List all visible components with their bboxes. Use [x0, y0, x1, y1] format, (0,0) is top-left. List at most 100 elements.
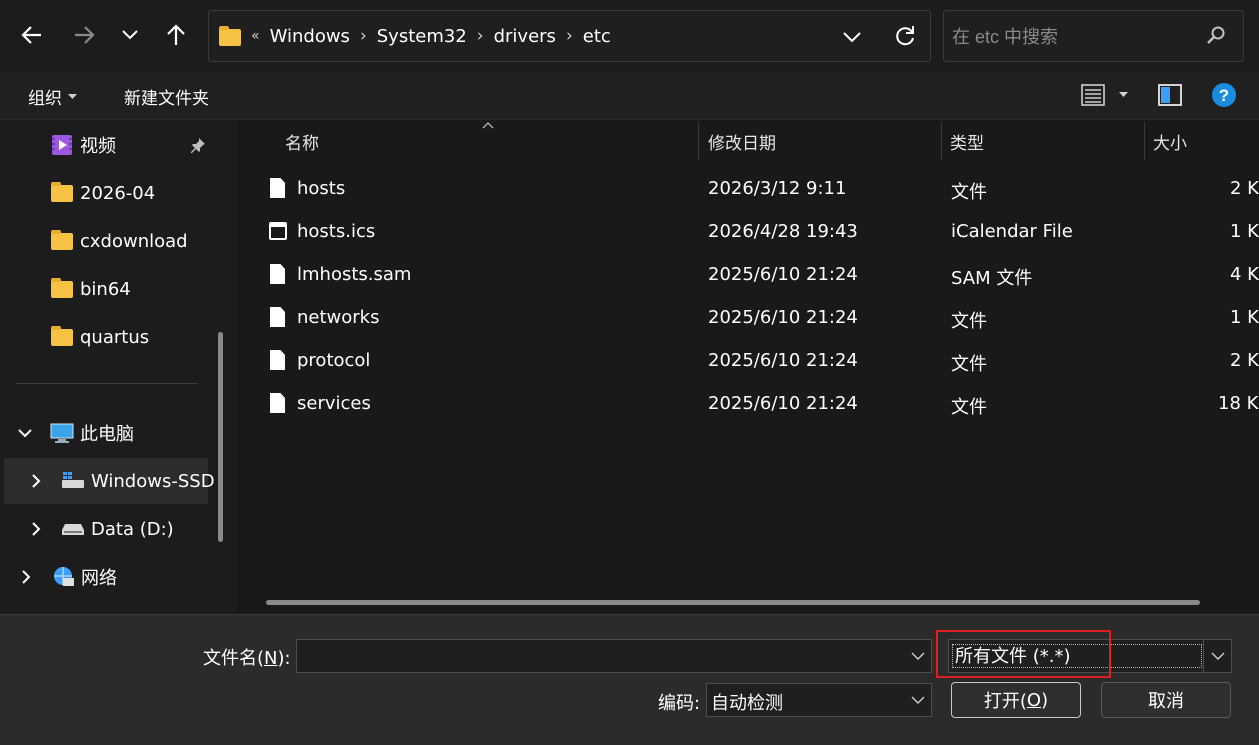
navigation-pane: 视频 2026-04 cxdownload bin64 quartus 此电脑 … [0, 120, 237, 614]
file-modified: 2026/4/28 19:43 [708, 221, 858, 242]
crumb-drivers[interactable]: drivers [494, 26, 556, 47]
column-header-type[interactable]: 类型 [950, 120, 984, 162]
sidebar-item-quartus[interactable]: quartus [50, 315, 149, 359]
folder-icon [51, 181, 73, 202]
crumb-separator[interactable]: › [477, 26, 484, 46]
sidebar-scrollbar[interactable] [218, 332, 223, 542]
crumb-etc[interactable]: etc [583, 26, 611, 47]
address-history-dropdown[interactable] [843, 24, 861, 55]
navigation-bar: « Windows › System32 › drivers › etc [0, 0, 1259, 72]
file-modified: 2026/3/12 9:11 [708, 178, 847, 199]
up-button[interactable] [156, 14, 196, 56]
column-header-size[interactable]: 大小 [1153, 120, 1187, 162]
open-label: 打开( [983, 691, 1027, 712]
search-box[interactable] [943, 10, 1244, 62]
filename-label-accesskey: N [264, 648, 278, 669]
chevron-down-icon [843, 32, 861, 43]
chevron-down-icon [1211, 652, 1225, 660]
caret-down-icon [1119, 92, 1128, 97]
file-name: networks [297, 307, 380, 328]
folder-icon [219, 26, 241, 46]
sidebar-item-data-d[interactable]: Data (D:) [32, 507, 174, 551]
back-button[interactable] [12, 14, 52, 56]
svg-text:?: ? [1219, 86, 1229, 105]
chevron-down-icon [18, 428, 32, 437]
column-header-name[interactable]: 名称 [285, 120, 319, 162]
refresh-button[interactable] [893, 23, 917, 54]
sidebar-item-windows-ssd[interactable]: Windows-SSD [32, 459, 215, 503]
new-folder-button[interactable]: 新建文件夹 [124, 84, 209, 109]
arrow-left-icon [21, 26, 41, 44]
table-row[interactable]: protocol 2025/6/10 21:24 文件 2 K [237, 340, 1259, 383]
search-icon[interactable] [1206, 25, 1226, 50]
video-folder-icon [50, 134, 74, 156]
overflow-crumb[interactable]: « [251, 28, 260, 44]
search-input[interactable] [952, 23, 1202, 51]
file-type: 文件 [951, 311, 987, 332]
cancel-button[interactable]: 取消 [1101, 682, 1231, 718]
crumb-separator[interactable]: › [566, 26, 573, 46]
sidebar-divider [16, 383, 198, 384]
preview-pane-button[interactable] [1158, 83, 1182, 107]
organize-menu[interactable]: 组织 [28, 84, 77, 109]
recent-locations-button[interactable] [110, 14, 150, 56]
dialog-footer: 文件名(N): 所有文件 (*.*) 编码: 自动检测 打开(O) 取消 [0, 614, 1259, 745]
crumb-windows[interactable]: Windows [270, 26, 350, 47]
table-row[interactable]: lmhosts.sam 2025/6/10 21:24 SAM 文件 4 K [237, 254, 1259, 297]
filename-label-text: 文件名( [203, 648, 265, 669]
filename-dropdown[interactable] [911, 648, 925, 669]
annotation-highlight-box [936, 630, 1111, 678]
refresh-icon [896, 26, 914, 46]
file-icon [270, 350, 285, 370]
chevron-down-icon [911, 696, 925, 704]
file-icon [270, 393, 285, 413]
column-divider[interactable] [941, 122, 942, 160]
sidebar-item-cxdownload[interactable]: cxdownload [50, 219, 188, 263]
open-label-end: ) [1041, 689, 1049, 711]
open-button[interactable]: 打开(O) [951, 682, 1081, 718]
sidebar-item-videos[interactable]: 视频 [50, 123, 206, 167]
sidebar-item-2026-04[interactable]: 2026-04 [50, 171, 155, 215]
column-divider[interactable] [698, 122, 699, 160]
chevron-right-icon [32, 522, 41, 536]
chevron-right-icon [22, 570, 31, 584]
sidebar-item-this-pc[interactable]: 此电脑 [18, 411, 134, 455]
file-type-dropdown[interactable] [1211, 648, 1225, 669]
crumb-system32[interactable]: System32 [377, 26, 467, 47]
table-row[interactable]: hosts.ics 2026/4/28 19:43 iCalendar File… [237, 211, 1259, 254]
filename-label: 文件名(N): [203, 644, 291, 670]
address-bar[interactable]: « Windows › System32 › drivers › etc [208, 10, 931, 62]
sidebar-item-label: Data (D:) [91, 518, 174, 540]
encoding-select[interactable]: 自动检测 [706, 683, 932, 717]
file-list-scrollbar[interactable] [266, 600, 1200, 605]
table-row[interactable]: hosts 2026/3/12 9:11 文件 2 K [237, 168, 1259, 211]
sidebar-item-bin64[interactable]: bin64 [50, 267, 131, 311]
sort-ascending-icon [482, 122, 494, 129]
forward-button[interactable] [64, 14, 104, 56]
help-button[interactable]: ? [1211, 82, 1237, 108]
filename-field[interactable] [296, 639, 932, 673]
table-row[interactable]: services 2025/6/10 21:24 文件 18 K [237, 383, 1259, 426]
file-type: iCalendar File [951, 221, 1073, 242]
sidebar-item-label: Windows-SSD [91, 470, 215, 492]
windows-drive-icon [61, 470, 85, 492]
crumb-separator[interactable]: › [360, 26, 367, 46]
filename-label-text-end: ): [277, 648, 291, 669]
column-header-modified[interactable]: 修改日期 [708, 120, 776, 162]
table-row[interactable]: networks 2025/6/10 21:24 文件 1 K [237, 297, 1259, 340]
arrow-right-icon [75, 26, 95, 44]
file-type: 文件 [951, 354, 987, 375]
file-icon [270, 264, 285, 284]
file-modified: 2025/6/10 21:24 [708, 393, 858, 414]
file-icon [270, 178, 285, 198]
encoding-dropdown[interactable] [911, 692, 925, 713]
encoding-value: 自动检测 [711, 693, 783, 714]
open-accesskey: O [1026, 689, 1042, 711]
sidebar-item-network[interactable]: 网络 [18, 555, 117, 599]
arrow-up-icon [167, 24, 185, 45]
sidebar-item-label: cxdownload [80, 230, 188, 252]
chevron-right-icon [32, 474, 41, 488]
file-name: services [297, 393, 371, 414]
column-divider[interactable] [1144, 122, 1145, 160]
view-options-button[interactable] [1081, 83, 1128, 107]
